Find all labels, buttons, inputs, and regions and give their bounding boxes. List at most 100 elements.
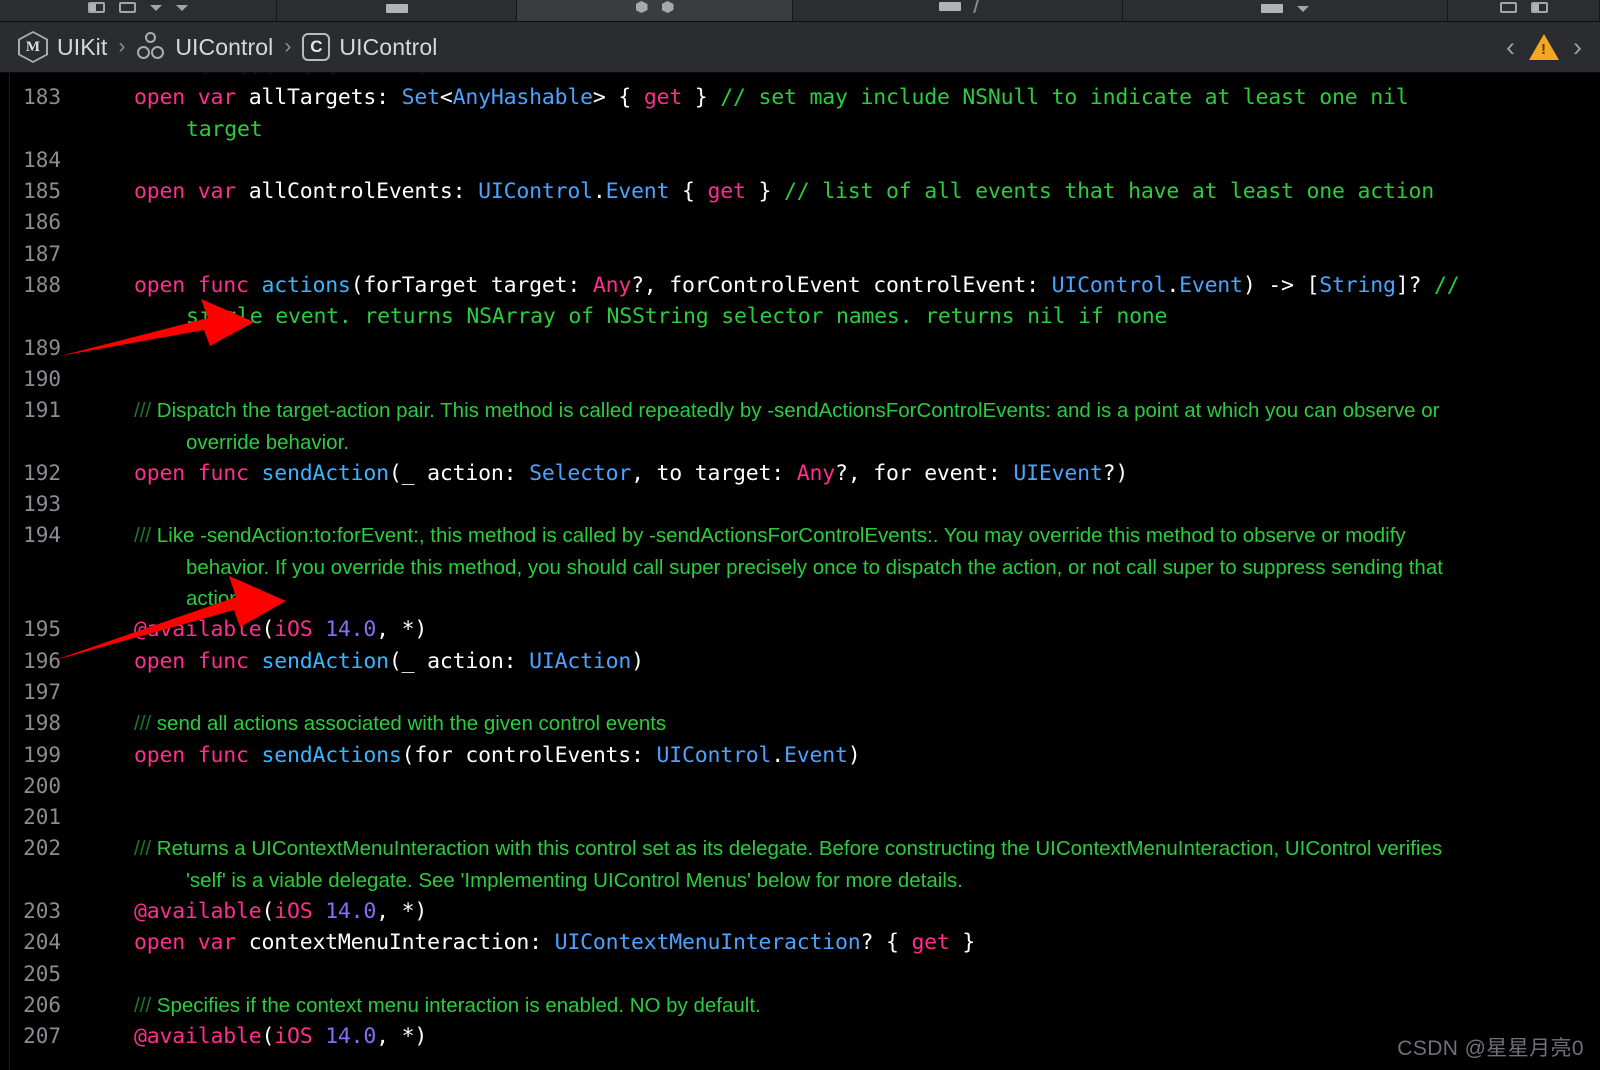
code-line-content[interactable]: open var allControlEvents: UIControl.Eve… [74,176,1600,207]
sidebar-toggle-icon[interactable] [88,2,105,13]
code-line-content[interactable]: @available(iOS 14.0, *) [74,896,1600,927]
code-line-content[interactable]: open func actions(forTarget target: Any?… [74,270,1600,301]
code-line-content[interactable]: behavior. If you override this method, y… [74,552,1600,583]
code-line[interactable]: 'self' is a viable delegate. See 'Implem… [0,865,1600,896]
code-line[interactable]: 188 open func actions(forTarget target: A… [0,270,1600,301]
code-line[interactable]: 195 @available(iOS 14.0, *) [0,614,1600,645]
code-line[interactable]: 203 @available(iOS 14.0, *) [0,896,1600,927]
breadcrumb-item-module[interactable]: M UIKit [18,31,107,63]
code-line-content[interactable]: @available(iOS 14.0, *) [74,614,1600,645]
code-line[interactable]: 200 [0,771,1600,802]
code-line[interactable]: 207 @available(iOS 14.0, *) [0,1021,1600,1052]
chevron-down-icon[interactable] [150,4,162,11]
next-issue-button[interactable]: › [1573,33,1582,61]
toolbar-segment-editor-b[interactable] [793,0,1123,21]
code-line[interactable]: 185 open var allControlEvents: UIControl.… [0,176,1600,207]
code-line[interactable]: 199 open func sendActions(for controlEven… [0,740,1600,771]
toolbar-segment-inspector[interactable] [1448,0,1600,21]
hexagons-icon[interactable] [661,1,674,13]
code-line-content[interactable]: open func sendActions(for controlEvents:… [74,740,1600,771]
toolbar-tab-strip[interactable] [0,0,1600,22]
code-line-content[interactable] [74,333,1600,364]
code-line[interactable]: 204 open var contextMenuInteraction: UICo… [0,927,1600,958]
code-token: action. [186,587,247,611]
code-line[interactable]: 190 [0,364,1600,395]
code-line-content[interactable] [74,771,1600,802]
code-line-content[interactable] [74,239,1600,270]
warning-triangle-icon[interactable] [1529,34,1559,60]
rect-icon[interactable] [385,4,408,13]
breadcrumb-label-protocol: UIControl [175,33,274,60]
code-line[interactable]: 196 open func sendAction(_ action: UIActi… [0,646,1600,677]
line-number: 195 [23,617,61,642]
code-line[interactable]: 198 /// send all actions associated with … [0,708,1600,739]
code-line[interactable]: target [0,114,1600,145]
code-line-content[interactable]: open var contextMenuInteraction: UIConte… [74,927,1600,958]
grid-icon[interactable] [119,2,136,13]
code-line-content[interactable] [74,959,1600,990]
code-line[interactable]: 201 [0,802,1600,833]
code-line[interactable]: 183 open var allTargets: Set<AnyHashable>… [0,82,1600,113]
code-line-content[interactable] [74,364,1600,395]
code-line-content[interactable]: action. [74,583,1600,614]
rect-icon[interactable] [938,2,961,11]
code-line[interactable]: 206 /// Specifies if the context menu int… [0,990,1600,1021]
code-line[interactable]: 205 [0,959,1600,990]
code-line-content[interactable]: /// Like -sendAction:to:forEvent:, this … [74,520,1600,551]
code-line-content[interactable]: open func sendAction(_ action: UIAction) [74,646,1600,677]
code-line-content[interactable] [74,145,1600,176]
code-line-content[interactable]: 'self' is a viable delegate. See 'Implem… [74,865,1600,896]
code-line-content[interactable]: override behavior. [74,427,1600,458]
breadcrumb-label-module: UIKit [57,33,108,60]
previous-issue-button[interactable]: ‹ [1506,33,1515,61]
code-line-content[interactable]: /// send all actions associated with the… [74,708,1600,739]
code-line[interactable]: single event. returns NSArray of NSStrin… [0,301,1600,332]
toolbar-segment-editor-c[interactable] [1123,0,1448,21]
code-line-content[interactable]: target [74,114,1600,145]
toolbar-segment-editor-a[interactable] [277,0,517,21]
code-line[interactable]: for each event kind [0,73,1600,82]
code-line[interactable]: 184 [0,145,1600,176]
code-line-content[interactable]: open var allTargets: Set<AnyHashable> { … [74,82,1600,113]
code-line[interactable]: 193 [0,489,1600,520]
code-line[interactable]: 189 [0,333,1600,364]
breadcrumb[interactable]: M UIKit › UIControl › C UIControl ‹ › [0,22,1600,73]
code-line[interactable]: 186 [0,207,1600,238]
panel-icon[interactable] [1499,2,1517,13]
breadcrumb-item-class[interactable]: C UIControl [302,33,437,61]
code-line[interactable]: 187 [0,239,1600,270]
code-line-content[interactable] [74,802,1600,833]
inspector-icon[interactable] [1530,2,1548,13]
code-line-content[interactable] [74,677,1600,708]
toolbar-segment-navigator[interactable] [0,0,277,21]
code-line[interactable]: 194 /// Like -sendAction:to:forEvent:, th… [0,520,1600,551]
code-line-content[interactable]: single event. returns NSArray of NSStrin… [74,301,1600,332]
code-line-content[interactable]: /// Returns a UIContextMenuInteraction w… [74,833,1600,864]
chevron-down-icon[interactable] [1297,5,1309,12]
chevron-icon[interactable] [176,4,188,11]
code-line[interactable]: action. [0,583,1600,614]
hexagons-icon[interactable] [635,1,648,13]
code-line[interactable]: 192 open func sendAction(_ action: Select… [0,458,1600,489]
code-line[interactable]: 197 [0,677,1600,708]
code-token: send all actions associated with the giv… [156,712,667,736]
code-token: (forTarget target: [350,273,593,299]
code-line[interactable]: 191 /// Dispatch the target-action pair. … [0,395,1600,426]
code-line-content[interactable] [74,207,1600,238]
code-token: , to target: [631,460,797,486]
code-line-content[interactable]: @available(iOS 14.0, *) [74,1021,1600,1052]
rect-icon[interactable] [1261,4,1283,13]
code-line[interactable]: behavior. If you override this method, y… [0,552,1600,583]
code-line-content[interactable]: /// Specifies if the context menu intera… [74,990,1600,1021]
code-token: var [197,179,249,205]
breadcrumb-item-protocol[interactable]: UIControl [136,31,273,63]
code-line[interactable]: 202 /// Returns a UIContextMenuInteractio… [0,833,1600,864]
code-token: func [197,460,262,486]
toolbar-segment-active-tab[interactable] [517,0,793,21]
code-line-content[interactable]: for each event kind [74,73,1600,82]
code-editor[interactable]: for each event kind 183 open var allTarget… [0,73,1600,1070]
code-line-content[interactable] [74,489,1600,520]
code-line-content[interactable]: /// Dispatch the target-action pair. Thi… [74,395,1600,426]
code-line-content[interactable]: open func sendAction(_ action: Selector,… [74,458,1600,489]
code-line[interactable]: override behavior. [0,427,1600,458]
